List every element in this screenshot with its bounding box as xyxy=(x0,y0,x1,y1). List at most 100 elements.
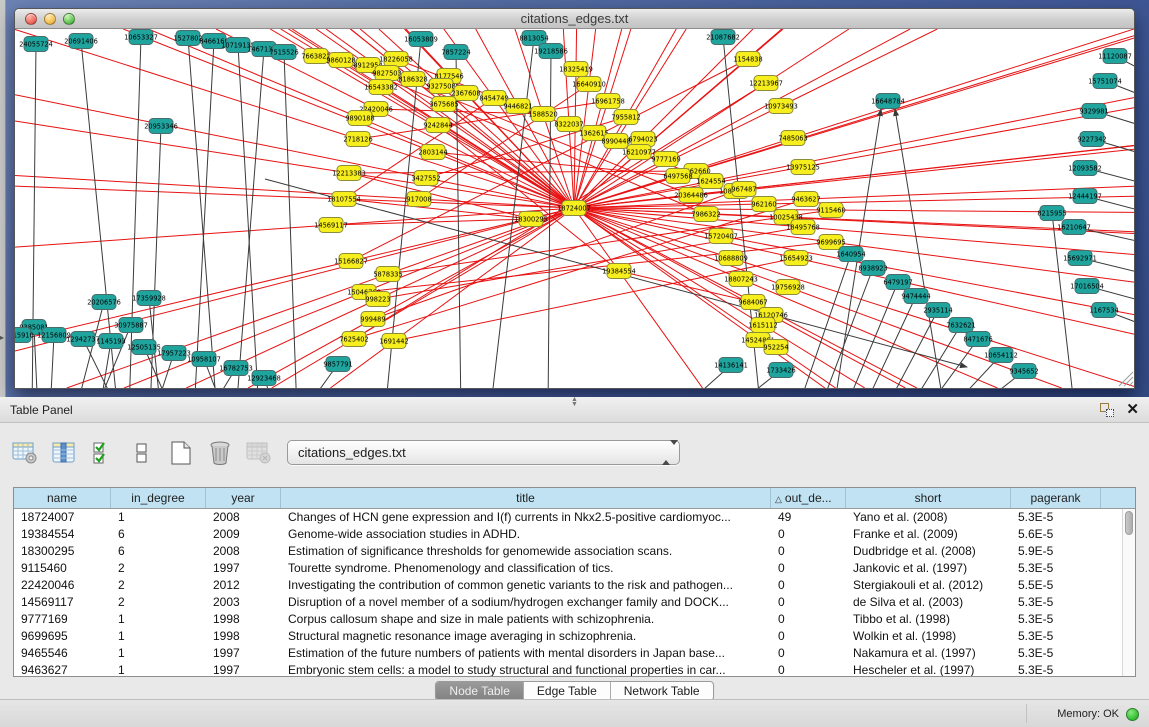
network-node[interactable]: 16640910 xyxy=(572,77,606,92)
network-node[interactable]: 16210647 xyxy=(1057,220,1091,235)
table-cell[interactable]: 2 xyxy=(111,560,206,577)
network-node[interactable]: 12444197 xyxy=(1068,189,1102,204)
network-edge[interactable] xyxy=(796,254,851,388)
network-node[interactable]: 10973493 xyxy=(764,99,798,114)
column-header-pagerank[interactable]: pagerank xyxy=(1011,488,1101,508)
network-node[interactable]: 917008 xyxy=(406,192,431,207)
network-node[interactable]: 9827503 xyxy=(372,66,401,81)
network-node[interactable]: 8938923 xyxy=(858,261,887,276)
table-row[interactable]: 1938455462009Genome-wide association stu… xyxy=(14,526,1122,543)
network-node[interactable]: 2718126 xyxy=(343,132,372,147)
network-node[interactable]: 7955812 xyxy=(611,110,640,125)
network-node[interactable]: 18300295 xyxy=(514,212,548,227)
network-node[interactable]: 5878335 xyxy=(373,267,402,282)
network-node[interactable]: 9857791 xyxy=(323,357,352,372)
network-node[interactable]: 24055724 xyxy=(19,37,53,52)
network-node[interactable]: 6479197 xyxy=(883,275,912,290)
column-header-title[interactable]: title xyxy=(281,488,771,508)
table-cell[interactable]: 6 xyxy=(111,526,206,543)
network-edge[interactable] xyxy=(188,38,217,388)
network-node[interactable]: 7632621 xyxy=(946,318,975,333)
network-node[interactable]: 30975887 xyxy=(114,318,148,333)
network-edge[interactable] xyxy=(344,199,531,219)
network-edge[interactable] xyxy=(781,29,937,106)
network-edge[interactable] xyxy=(394,258,796,341)
network-node[interactable]: 1527802 xyxy=(173,31,202,46)
network-node[interactable]: 1145193 xyxy=(96,334,125,349)
table-cell[interactable]: 2009 xyxy=(206,526,281,543)
network-edge[interactable] xyxy=(129,37,141,388)
network-edge[interactable] xyxy=(15,186,344,199)
network-node[interactable]: 1640954 xyxy=(836,247,865,262)
network-node[interactable]: 14136141 xyxy=(714,358,748,373)
network-node[interactable]: 21087682 xyxy=(706,30,740,45)
table-cell[interactable]: Investigating the contribution of common… xyxy=(281,577,771,594)
column-header-name[interactable]: name xyxy=(14,488,111,508)
network-node[interactable]: 12923468 xyxy=(247,371,281,386)
network-edge[interactable] xyxy=(373,191,736,319)
table-cell[interactable]: 9463627 xyxy=(14,662,111,677)
network-edge[interactable] xyxy=(793,29,1134,138)
network-node[interactable]: 952254 xyxy=(763,340,788,355)
network-node[interactable]: 1733426 xyxy=(766,363,795,378)
table-cell[interactable]: 0 xyxy=(771,645,846,662)
table-cell[interactable]: 49 xyxy=(771,509,846,526)
network-node[interactable]: 14569117 xyxy=(314,218,348,233)
table-cell[interactable]: Stergiakouli et al. (2012) xyxy=(846,577,1011,594)
table-cell[interactable]: 1 xyxy=(111,509,206,526)
network-node[interactable]: 16782753 xyxy=(219,361,253,376)
network-node[interactable]: 12213967 xyxy=(749,76,783,91)
network-node[interactable]: 10688809 xyxy=(714,251,748,266)
table-row[interactable]: 1872400712008Changes of HCN gene express… xyxy=(14,509,1122,526)
table-cell[interactable]: 1 xyxy=(111,628,206,645)
table-cell[interactable]: Jankovic et al. (1997) xyxy=(846,560,1011,577)
network-node[interactable]: 8471676 xyxy=(963,332,992,347)
network-node[interactable]: 2935114 xyxy=(923,303,952,318)
network-node[interactable]: 17957223 xyxy=(157,346,191,361)
table-cell[interactable]: 0 xyxy=(771,662,846,677)
table-cell[interactable]: 0 xyxy=(771,577,846,594)
table-settings-icon[interactable] xyxy=(10,438,40,468)
network-node[interactable]: 20206576 xyxy=(87,295,121,310)
column-header-year[interactable]: year xyxy=(206,488,281,508)
show-columns-icon[interactable] xyxy=(49,438,79,468)
new-document-icon[interactable] xyxy=(166,438,196,468)
network-node[interactable]: 8990448 xyxy=(601,134,630,149)
table-cell[interactable]: 14569117 xyxy=(14,594,111,611)
column-header-in_degree[interactable]: in_degree xyxy=(111,488,206,508)
network-node[interactable]: 16053809 xyxy=(404,32,438,47)
network-edge[interactable] xyxy=(15,225,331,247)
network-node[interactable]: 998223 xyxy=(365,292,390,307)
network-node[interactable]: 18807243 xyxy=(724,272,758,287)
network-node[interactable]: 7857224 xyxy=(441,45,470,60)
network-node[interactable]: 9115460 xyxy=(816,203,845,218)
resize-grip[interactable] xyxy=(1119,372,1133,386)
network-node[interactable]: 9227342 xyxy=(1077,132,1106,147)
network-edge[interactable] xyxy=(766,29,849,83)
table-row[interactable]: 946554611997Estimation of the future num… xyxy=(14,645,1122,662)
network-node[interactable]: 1588520 xyxy=(528,107,557,122)
table-row[interactable]: 969969511998Structural magnetic resonanc… xyxy=(14,628,1122,645)
row-height-icon[interactable] xyxy=(127,438,157,468)
network-node[interactable]: 12505135 xyxy=(127,340,161,355)
table-row[interactable]: 977716911998Corpus callosum shape and si… xyxy=(14,611,1122,628)
table-cell[interactable]: 1998 xyxy=(206,611,281,628)
network-node[interactable]: 17016504 xyxy=(1070,279,1104,294)
network-node[interactable]: 10653327 xyxy=(124,30,158,45)
table-cell[interactable]: 5.3E-5 xyxy=(1011,662,1101,677)
splitter-handle[interactable]: ▲▼ xyxy=(568,397,582,403)
network-edge[interactable] xyxy=(589,29,596,84)
network-node[interactable]: 13975125 xyxy=(786,160,820,175)
tab-node-table[interactable]: Node Table xyxy=(436,682,524,700)
network-node[interactable]: 8215955 xyxy=(1037,206,1066,221)
table-cell[interactable]: Genome-wide association studies in ADHD. xyxy=(281,526,771,543)
vertical-scrollbar[interactable] xyxy=(1122,509,1135,676)
network-node[interactable]: 10654112 xyxy=(984,348,1018,363)
network-node[interactable]: 7485063 xyxy=(778,131,807,146)
network-node[interactable]: 9890188 xyxy=(345,111,374,126)
table-cell[interactable]: 5.3E-5 xyxy=(1011,645,1101,662)
network-node[interactable]: 8186328 xyxy=(398,72,427,87)
network-node[interactable]: 7515526 xyxy=(269,45,298,60)
network-node[interactable]: 18495768 xyxy=(786,220,820,235)
table-cell[interactable]: 9115460 xyxy=(14,560,111,577)
